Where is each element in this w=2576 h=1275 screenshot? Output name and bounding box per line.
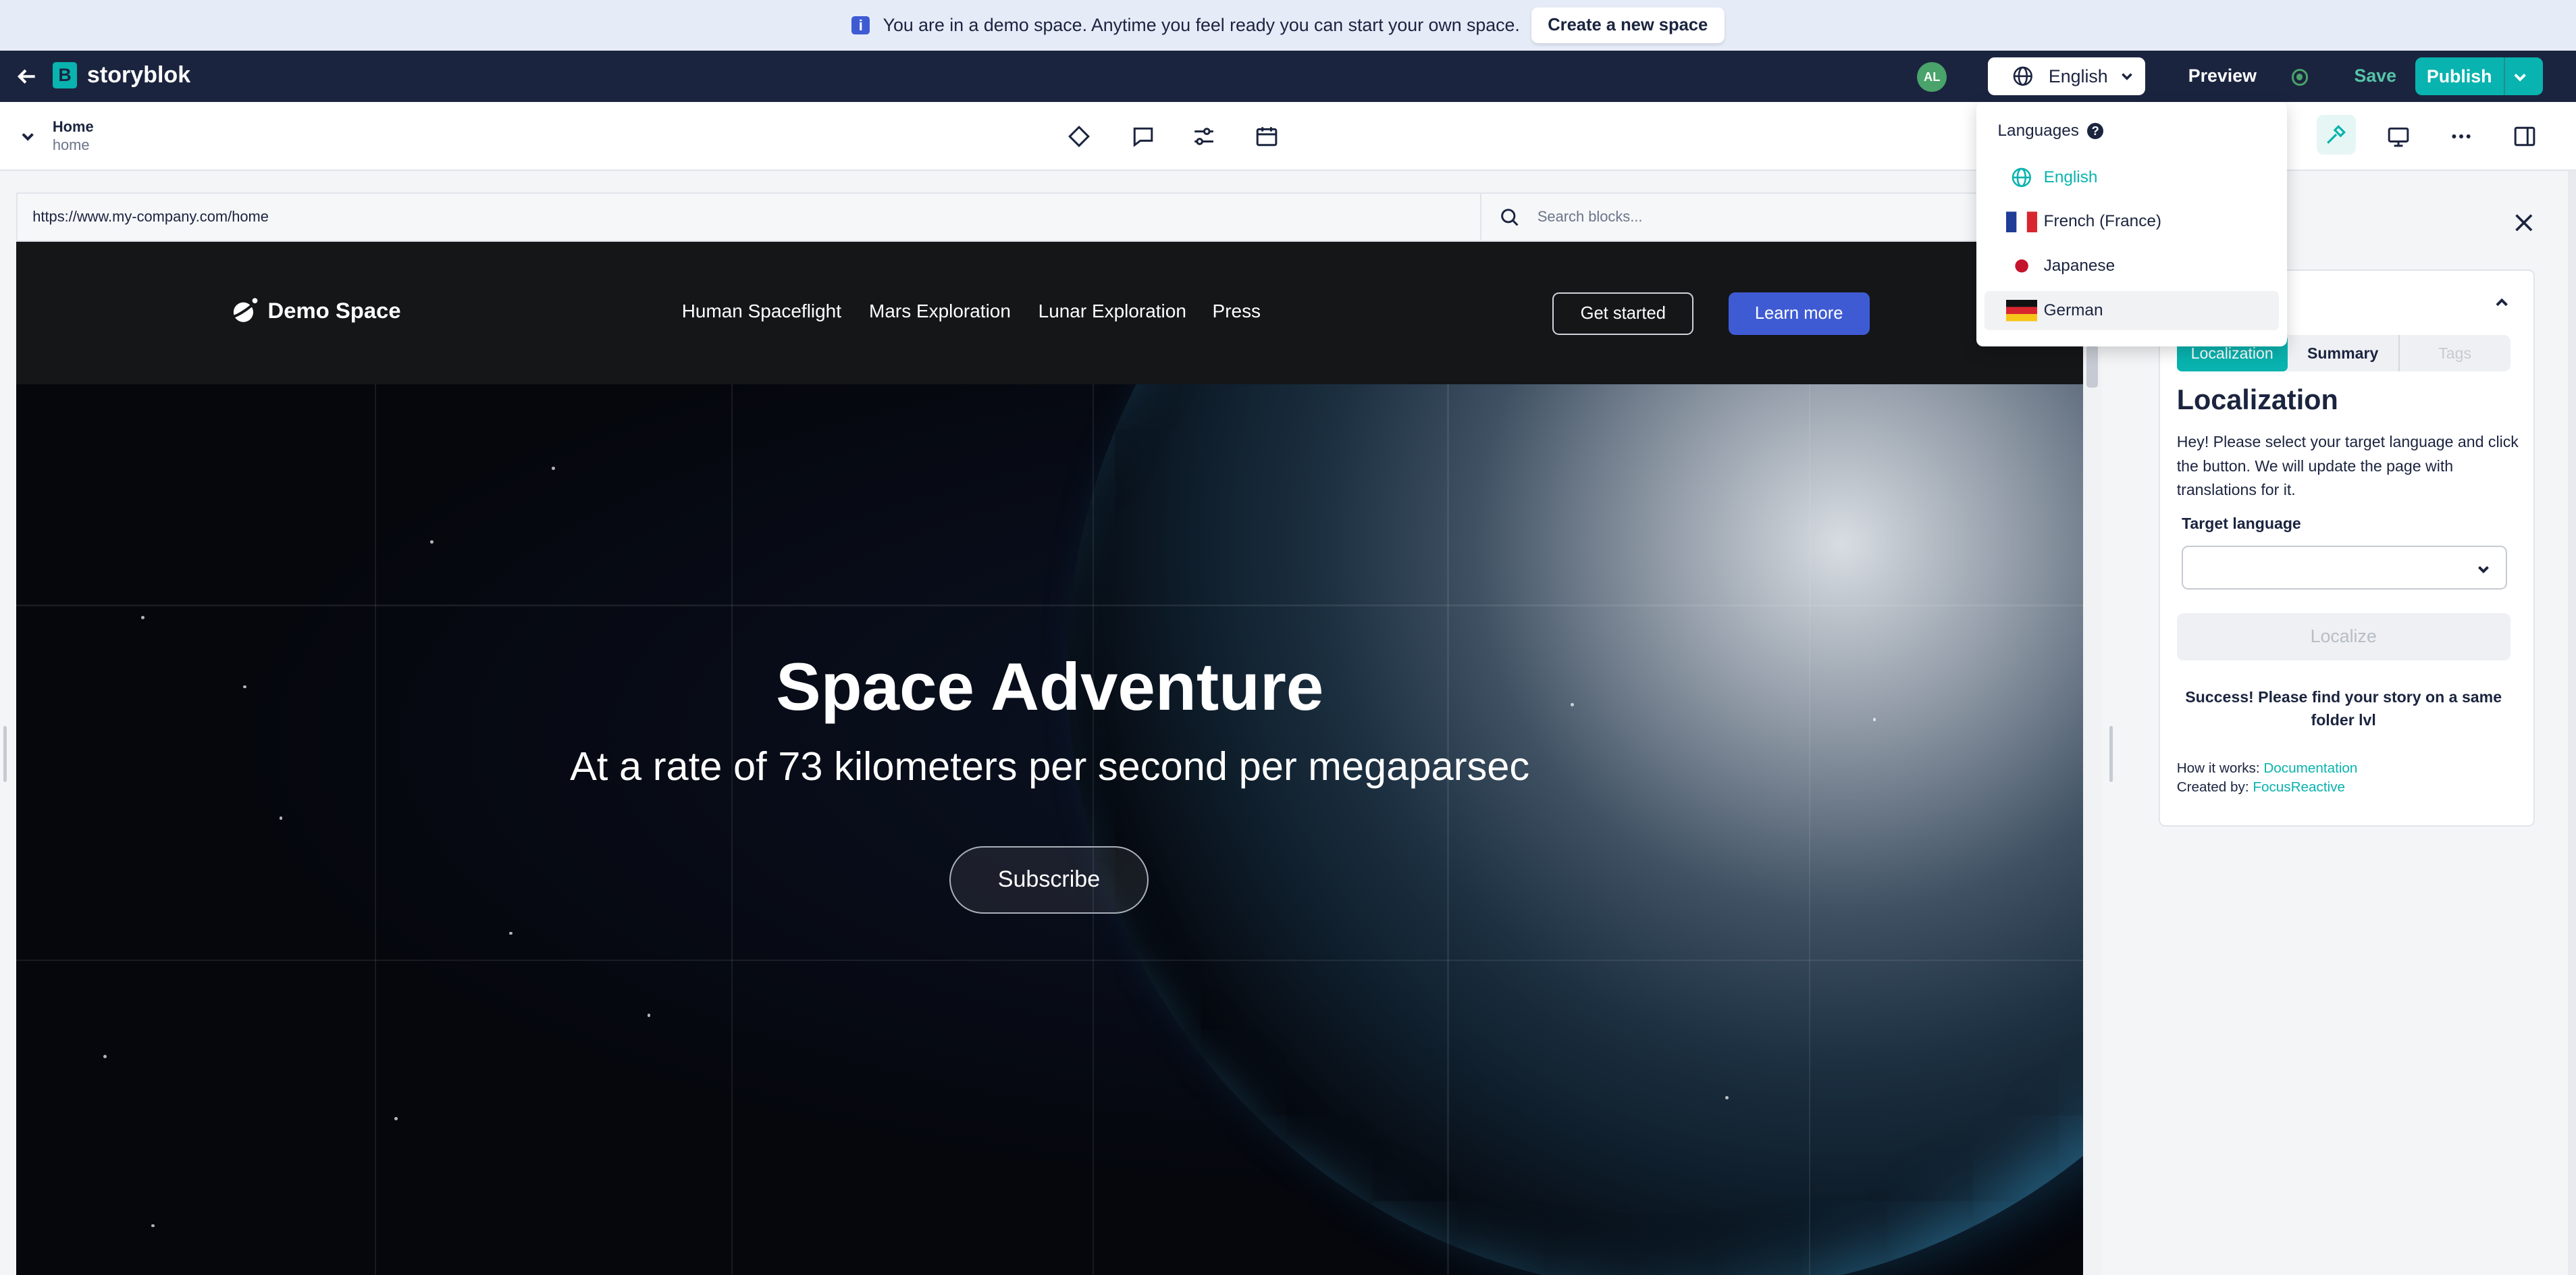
language-option-label: French (France) bbox=[2043, 212, 2162, 231]
hero-subtitle: At a rate of 73 kilometers per second pe… bbox=[570, 743, 1530, 789]
grid-line bbox=[1092, 384, 1095, 1275]
language-option-french[interactable]: French (France) bbox=[1984, 202, 2279, 241]
flag-france-icon bbox=[2005, 211, 2037, 233]
demo-banner: i You are in a demo space. Anytime you f… bbox=[0, 0, 2576, 51]
plugin-credits: How it works: Documentation Created by: … bbox=[2177, 759, 2358, 797]
success-message: Success! Please find your story on a sam… bbox=[2185, 687, 2502, 729]
scrollbar-thumb[interactable] bbox=[2086, 344, 2098, 388]
preview-url-bar[interactable]: https://www.my-company.com/home bbox=[16, 192, 1481, 242]
nav-link-mars-exploration[interactable]: Mars Exploration bbox=[869, 301, 1011, 322]
nav-link-human-spaceflight[interactable]: Human Spaceflight bbox=[682, 301, 841, 322]
created-by-label: Created by: bbox=[2176, 779, 2253, 796]
chevron-up-icon[interactable] bbox=[2494, 294, 2510, 311]
subscribe-button[interactable]: Subscribe bbox=[949, 845, 1149, 914]
story-name: Home bbox=[52, 118, 94, 136]
localization-title: Localization bbox=[2176, 384, 2338, 416]
grid-line bbox=[1447, 384, 1449, 1275]
grid-line bbox=[731, 384, 733, 1275]
language-option-label: English bbox=[2043, 167, 2098, 186]
publish-button-group: Publish bbox=[2415, 57, 2544, 96]
star bbox=[151, 1224, 155, 1228]
globe-icon bbox=[2006, 167, 2037, 188]
site-logo[interactable]: Demo Space bbox=[230, 296, 401, 326]
settings-sliders-icon[interactable] bbox=[1192, 125, 1215, 148]
resize-handle-panel[interactable] bbox=[2109, 726, 2113, 783]
more-horizontal-icon[interactable] bbox=[2450, 125, 2473, 148]
flag-japan-icon bbox=[2005, 255, 2037, 277]
language-switcher-button[interactable]: English bbox=[1987, 57, 2146, 96]
language-dropdown: Languages ? English French (France) Japa… bbox=[1976, 101, 2287, 347]
preview-button[interactable]: Preview bbox=[2188, 66, 2257, 86]
site-header: Demo Space Human Spaceflight Mars Explor… bbox=[16, 241, 2084, 385]
language-option-label: Japanese bbox=[2043, 257, 2115, 276]
top-navbar: B storyblok AL English Preview Save Publ… bbox=[0, 51, 2576, 102]
grid-line bbox=[374, 384, 377, 1275]
comment-icon[interactable] bbox=[1132, 125, 1155, 148]
publish-button[interactable]: Publish bbox=[2415, 57, 2504, 95]
tool-plugin-icon[interactable] bbox=[2325, 123, 2348, 146]
language-switcher-label: English bbox=[2048, 66, 2108, 86]
search-blocks-input[interactable] bbox=[1533, 206, 2027, 228]
languages-heading: Languages ? bbox=[1998, 122, 2104, 140]
storyblok-mark-icon: B bbox=[52, 62, 78, 89]
site-logo-text: Demo Space bbox=[267, 297, 401, 323]
flag-germany-icon bbox=[2005, 300, 2037, 321]
hero-title: Space Adventure bbox=[776, 650, 1324, 725]
target-language-select[interactable] bbox=[2182, 545, 2507, 590]
save-button[interactable]: Save bbox=[2354, 66, 2396, 86]
arrow-left-icon[interactable] bbox=[15, 64, 39, 88]
focusreactive-link[interactable]: FocusReactive bbox=[2253, 779, 2345, 795]
chevron-down-icon[interactable] bbox=[2512, 69, 2528, 85]
storyblok-logo[interactable]: B storyblok bbox=[52, 62, 191, 89]
language-option-label: German bbox=[2043, 301, 2103, 319]
learn-more-button[interactable]: Learn more bbox=[1728, 292, 1870, 336]
localization-description: Hey! Please select your target language … bbox=[2176, 433, 2519, 498]
visual-preview[interactable]: Demo Space Human Spaceflight Mars Explor… bbox=[16, 241, 2084, 1275]
star bbox=[103, 1054, 107, 1058]
nav-link-lunar-exploration[interactable]: Lunar Exploration bbox=[1039, 301, 1186, 322]
story-slug: home bbox=[52, 136, 90, 153]
tab-tags[interactable]: Tags bbox=[2398, 335, 2511, 371]
localize-button[interactable]: Localize bbox=[2176, 613, 2511, 661]
grid-line bbox=[1808, 384, 1811, 1275]
tab-summary[interactable]: Summary bbox=[2288, 335, 2398, 371]
status-indicator-icon bbox=[2292, 69, 2309, 86]
close-icon[interactable] bbox=[2513, 212, 2535, 234]
desktop-icon[interactable] bbox=[2387, 125, 2410, 148]
content-type-icon[interactable] bbox=[1068, 125, 1090, 148]
language-option-english[interactable]: English bbox=[1984, 158, 2279, 197]
preview-scrollbar[interactable] bbox=[2083, 344, 2101, 1275]
info-icon: i bbox=[851, 16, 870, 35]
languages-title: Languages bbox=[1997, 122, 2079, 140]
search-icon bbox=[1501, 208, 1519, 226]
calendar-icon[interactable] bbox=[1255, 125, 1278, 148]
demo-banner-message: You are in a demo space. Anytime you fee… bbox=[883, 15, 1520, 36]
planet-logo-icon bbox=[231, 298, 257, 322]
grid-line bbox=[16, 604, 2084, 606]
publish-divider bbox=[2503, 57, 2506, 96]
help-icon[interactable]: ? bbox=[2087, 122, 2104, 140]
panel-scrollbar[interactable] bbox=[2567, 171, 2576, 1275]
star bbox=[1725, 1095, 1729, 1099]
nav-link-press[interactable]: Press bbox=[1213, 301, 1261, 322]
get-started-button[interactable]: Get started bbox=[1552, 292, 1694, 336]
language-option-german[interactable]: German bbox=[1984, 290, 2279, 331]
resize-handle-left[interactable] bbox=[3, 726, 7, 783]
sidebar-toggle-icon[interactable] bbox=[2513, 125, 2536, 148]
brand-name: storyblok bbox=[86, 62, 191, 88]
documentation-link[interactable]: Documentation bbox=[2263, 760, 2357, 776]
globe-icon bbox=[2014, 66, 2033, 86]
chevron-down-icon bbox=[2121, 73, 2132, 80]
chevron-down-icon[interactable] bbox=[20, 128, 36, 145]
language-option-japanese[interactable]: Japanese bbox=[1984, 246, 2279, 286]
how-it-works-label: How it works: bbox=[2176, 760, 2264, 777]
target-language-label: Target language bbox=[2182, 514, 2301, 532]
user-avatar[interactable]: AL bbox=[1917, 62, 1947, 93]
chevron-down-icon bbox=[2477, 565, 2489, 573]
create-space-button[interactable]: Create a new space bbox=[1531, 7, 1725, 44]
grid-line bbox=[16, 959, 2084, 962]
